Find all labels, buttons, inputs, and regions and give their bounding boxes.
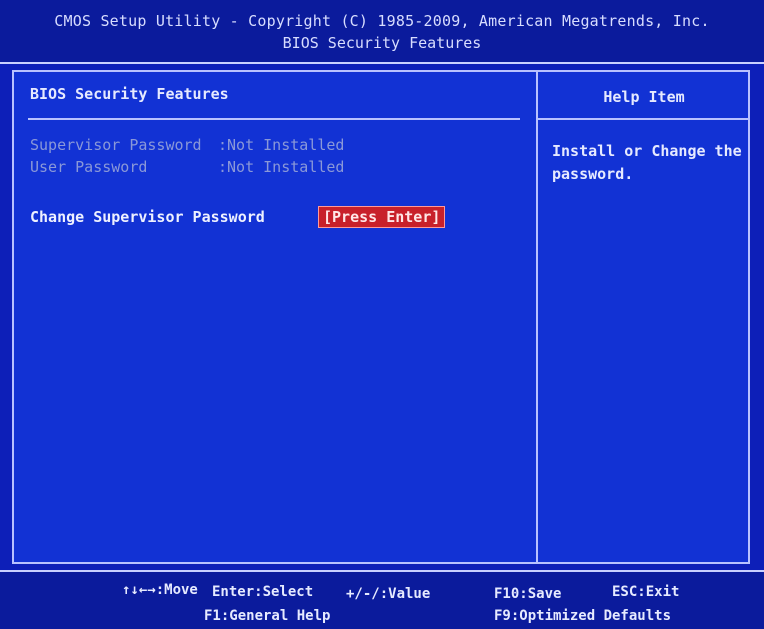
value-key-hint: +/-/:Value: [346, 586, 431, 602]
supervisor-password-label: Supervisor Password: [30, 136, 202, 154]
key-legend: ↑↓←→:Move Enter:Select +/-/:Value F10:Sa…: [0, 570, 764, 629]
title-bar: CMOS Setup Utility - Copyright (C) 1985-…: [0, 0, 764, 64]
user-password-row: User Password :Not Installed: [30, 158, 344, 176]
section-title: BIOS Security Features: [30, 85, 229, 103]
main-panel: BIOS Security Features Supervisor Passwo…: [12, 70, 750, 564]
bios-screen: CMOS Setup Utility - Copyright (C) 1985-…: [0, 0, 764, 629]
general-help-key-hint: F1:General Help: [204, 608, 331, 624]
section-divider: [28, 118, 520, 120]
select-key-hint: Enter:Select: [212, 584, 314, 600]
help-header: Help Item: [538, 72, 750, 120]
user-password-value: :Not Installed: [218, 158, 345, 176]
optimized-defaults-key-hint: F9:Optimized Defaults: [494, 608, 672, 624]
save-key-hint: F10:Save: [494, 586, 562, 602]
change-supervisor-password-row[interactable]: Change Supervisor Password [Press Enter]: [30, 206, 446, 228]
help-panel: Help Item Install or Change the password…: [538, 72, 750, 562]
help-text: Install or Change the password.: [552, 142, 742, 183]
change-supervisor-password-label[interactable]: Change Supervisor Password: [30, 208, 318, 226]
supervisor-password-value: :Not Installed: [218, 136, 345, 154]
page-title: BIOS Security Features: [282, 34, 482, 52]
copyright-title: CMOS Setup Utility - Copyright (C) 1985-…: [54, 12, 710, 30]
press-enter-button[interactable]: [Press Enter]: [318, 206, 446, 228]
move-key-hint: ↑↓←→:Move: [122, 582, 198, 598]
user-password-label: User Password: [30, 158, 148, 176]
help-title: Help Item: [603, 88, 685, 106]
exit-key-hint: ESC:Exit: [612, 584, 680, 600]
supervisor-password-row: Supervisor Password :Not Installed: [30, 136, 344, 154]
settings-panel: BIOS Security Features Supervisor Passwo…: [14, 72, 538, 562]
